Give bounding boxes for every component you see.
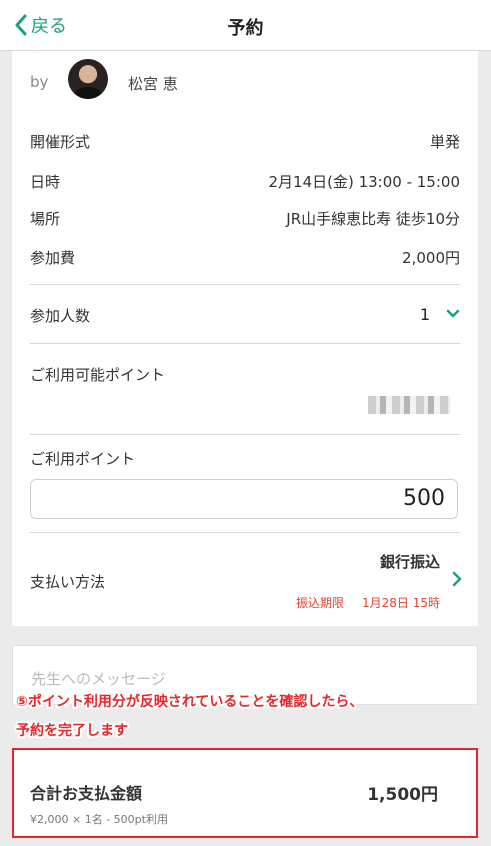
deadline-value: 1月28日 15時 (362, 596, 440, 610)
format-label: 開催形式 (30, 133, 91, 151)
use-points-label: ご利用ポイント (30, 450, 136, 468)
format-value: 単発 (429, 133, 460, 151)
reservation-card: by 松宮 恵 開催形式 単発 日時 2月14日(金) 13:00 - 15:0… (12, 51, 478, 626)
message-placeholder: 先生へのメッセージ (31, 670, 166, 688)
location-label: 場所 (30, 210, 61, 228)
payment-method-label: 支払い方法 (30, 573, 106, 591)
payment-deadline: 振込期限 1月28日 15時 (296, 594, 440, 611)
participants-value: 1 (419, 305, 430, 324)
annotation-line: ⑤ポイント利用分が反映されていることを確認したら、 (16, 694, 364, 710)
page-title: 予約 (227, 18, 264, 39)
total-payment-card: 合計お支払金額 1,500円 ¥2,000 × 1名 - 500pt利用 (12, 748, 478, 838)
chevron-down-icon (446, 309, 460, 318)
payment-method-value: 銀行振込 (379, 553, 440, 571)
location-value: JR山手線恵比寿 徒歩10分 (286, 210, 460, 228)
divider (30, 343, 460, 344)
divider (30, 284, 460, 285)
total-label: 合計お支払金額 (30, 784, 143, 803)
available-points-label: ご利用可能ポイント (30, 366, 166, 384)
total-value: 1,500円 (367, 785, 438, 805)
divider (30, 532, 460, 533)
fee-value: 2,000円 (402, 249, 460, 267)
participants-label: 参加人数 (30, 307, 91, 325)
avatar (68, 59, 108, 99)
by-label: by (30, 73, 49, 91)
divider (30, 434, 460, 435)
datetime-label: 日時 (30, 173, 61, 191)
chevron-right-icon (452, 571, 462, 587)
total-breakdown: ¥2,000 × 1名 - 500pt利用 (30, 813, 168, 826)
annotation-line: 予約を完了します (16, 723, 128, 739)
navigation-bar: 戻る 予約 (0, 0, 491, 51)
fee-label: 参加費 (30, 249, 76, 267)
deadline-label: 振込期限 (295, 596, 344, 610)
instruction-annotation: ⑤ポイント利用分が反映されていることを確認したら、 予約を完了します (16, 688, 363, 746)
available-points-value-redacted (368, 396, 450, 414)
datetime-value: 2月14日(金) 13:00 - 15:00 (268, 173, 460, 191)
host-name: 松宮 恵 (128, 75, 178, 93)
use-points-input[interactable]: 500 (30, 479, 458, 519)
